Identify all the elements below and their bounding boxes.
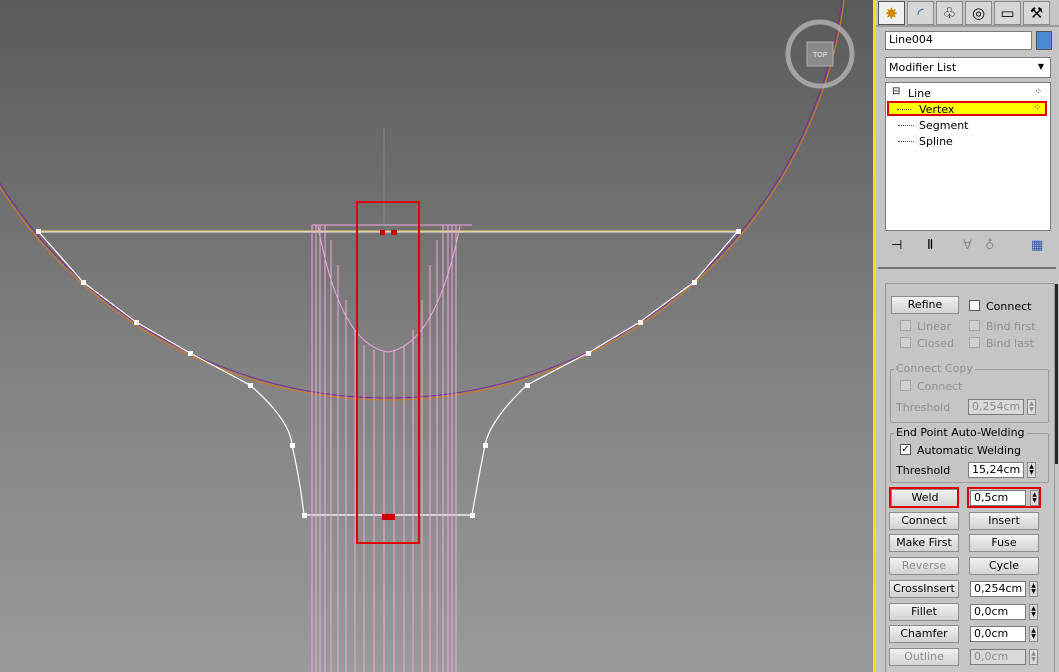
motion-tab[interactable]: ◎	[965, 1, 992, 25]
stack-item-line[interactable]: Line	[908, 87, 931, 100]
viewport-top[interactable]: TOP	[0, 0, 876, 672]
reverse-button[interactable]: Reverse	[889, 557, 959, 575]
tab-divider	[876, 25, 1059, 27]
make-unique-icon[interactable]: ∀	[963, 238, 972, 253]
chamfer-spinner[interactable]: 0,0cm	[970, 626, 1026, 642]
stack-item-vertex-label: Vertex	[919, 103, 955, 116]
pink-inner-curve	[317, 225, 461, 353]
pink-lathe-lines	[311, 224, 472, 672]
create-tab[interactable]: ✸	[878, 1, 905, 25]
utilities-tab[interactable]: ⚒	[1023, 1, 1050, 25]
fillet-arrows[interactable]: ▲ ▼	[1029, 604, 1038, 620]
bind-first-label: Bind first	[986, 320, 1036, 333]
autoweld-threshold-spinner[interactable]: 15,24cm	[968, 462, 1024, 478]
bind-first-checkbox[interactable]	[969, 320, 980, 331]
hierarchy-tab-icon: ♧	[942, 4, 957, 22]
autoweld-threshold-label: Threshold	[896, 464, 951, 477]
make-first-button[interactable]: Make First	[889, 534, 959, 552]
vertex-markers[interactable]	[36, 229, 741, 518]
outline-spinner[interactable]: 0,0cm	[970, 649, 1026, 665]
cycle-button[interactable]: Cycle	[969, 557, 1039, 575]
linear-checkbox[interactable]	[900, 320, 911, 331]
closed-label: Closed	[917, 337, 954, 350]
stack-toolbar: ⊣ Ⅱ ∀ ♁ ▦	[885, 238, 1051, 258]
fillet-spinner[interactable]: 0,0cm	[970, 604, 1026, 620]
modifier-list-label: Modifier List	[889, 61, 957, 74]
weld-button-highlight	[889, 487, 959, 508]
show-end-result-icon[interactable]: Ⅱ	[927, 238, 933, 253]
remove-modifier-icon[interactable]: ♁	[985, 238, 995, 253]
panel-scrollbar[interactable]	[1055, 284, 1058, 464]
chevron-down-icon: ▼	[1037, 62, 1045, 71]
modify-tab-icon: ◜	[917, 3, 924, 23]
stack-expand-icon[interactable]: ⊟	[892, 86, 900, 97]
create-tab-icon: ✸	[884, 3, 899, 23]
object-color-swatch[interactable]	[1036, 31, 1052, 50]
hierarchy-tab[interactable]: ♧	[936, 1, 963, 25]
modifier-list-dropdown[interactable]: Modifier List ▼	[885, 57, 1051, 78]
connect-copy-checkbox[interactable]	[900, 380, 911, 391]
chamfer-button[interactable]: Chamfer	[889, 625, 959, 643]
modifier-stack[interactable]: ⊟ Line ⁘ Vertex ⁘ Segment Spline	[885, 82, 1051, 231]
viewcube-label: TOP	[812, 51, 827, 59]
crossinsert-arrows[interactable]: ▲ ▼	[1029, 581, 1038, 597]
stack-item-spline[interactable]: Spline	[919, 135, 953, 148]
rollout-separator	[878, 267, 1056, 269]
crossinsert-spinner[interactable]: 0,254cm	[970, 581, 1026, 597]
object-name-field[interactable]: Line004	[885, 31, 1032, 50]
utilities-tab-icon: ⚒	[1029, 4, 1044, 22]
bind-last-checkbox[interactable]	[969, 337, 980, 348]
motion-tab-icon: ◎	[971, 4, 986, 22]
display-tab-icon: ▭	[1000, 4, 1015, 22]
selection-highlight-box	[356, 201, 420, 544]
selected-spline[interactable]	[37, 230, 739, 516]
closed-checkbox[interactable]	[900, 337, 911, 348]
outline-arrows[interactable]: ▲ ▼	[1029, 649, 1038, 665]
linear-label: Linear	[917, 320, 952, 333]
fillet-button[interactable]: Fillet	[889, 603, 959, 621]
connect-copy-threshold-spinner[interactable]: 0,254cm	[968, 399, 1024, 415]
viewport-canvas[interactable]: TOP	[0, 0, 876, 672]
autoweld-title: End Point Auto-Welding	[894, 426, 1027, 439]
chamfer-arrows[interactable]: ▲ ▼	[1029, 626, 1038, 642]
tree-line	[898, 141, 914, 142]
stack-item-vertex[interactable]: Vertex ⁘	[887, 101, 1047, 116]
refine-button[interactable]: Refine	[891, 296, 959, 314]
display-tab[interactable]: ▭	[994, 1, 1021, 25]
connect-copy-threshold-label: Threshold	[896, 401, 951, 414]
bind-last-label: Bind last	[986, 337, 1034, 350]
connect-copy-label: Connect	[917, 380, 963, 393]
circle-shape-outline	[0, 0, 845, 401]
connect-checkbox[interactable]	[969, 300, 980, 311]
outline-button[interactable]: Outline	[889, 648, 959, 666]
insert-button[interactable]: Insert	[969, 512, 1039, 530]
circle-shape	[0, 0, 843, 399]
vertex-subobject-icon: ⁘	[1033, 103, 1041, 113]
connect-button[interactable]: Connect	[889, 512, 959, 530]
autoweld-threshold-arrows[interactable]: ▲ ▼	[1027, 462, 1036, 478]
tree-line	[898, 125, 914, 126]
tree-line	[897, 109, 911, 110]
connect-label: Connect	[986, 300, 1032, 313]
connect-copy-title: Connect Copy	[894, 362, 975, 375]
automatic-welding-label: Automatic Welding	[917, 444, 1021, 457]
stack-item-segment[interactable]: Segment	[919, 119, 969, 132]
viewcube[interactable]: TOP	[785, 19, 855, 89]
crossinsert-button[interactable]: CrossInsert	[889, 580, 959, 598]
fuse-button[interactable]: Fuse	[969, 534, 1039, 552]
modify-tab[interactable]: ◜	[907, 1, 934, 25]
stack-item-line-icon: ⁘	[1034, 87, 1044, 97]
pin-stack-icon[interactable]: ⊣	[891, 238, 902, 253]
weld-spinner-highlight	[967, 487, 1041, 508]
connect-copy-threshold-arrows[interactable]: ▲ ▼	[1027, 399, 1036, 415]
automatic-welding-checkbox[interactable]: ✓	[900, 444, 911, 455]
command-panel: ✸ ◜ ♧ ◎ ▭ ⚒ Line004 Modifier List ▼ ⊟ Li…	[876, 0, 1059, 672]
configure-modifier-sets-icon[interactable]: ▦	[1031, 238, 1043, 253]
